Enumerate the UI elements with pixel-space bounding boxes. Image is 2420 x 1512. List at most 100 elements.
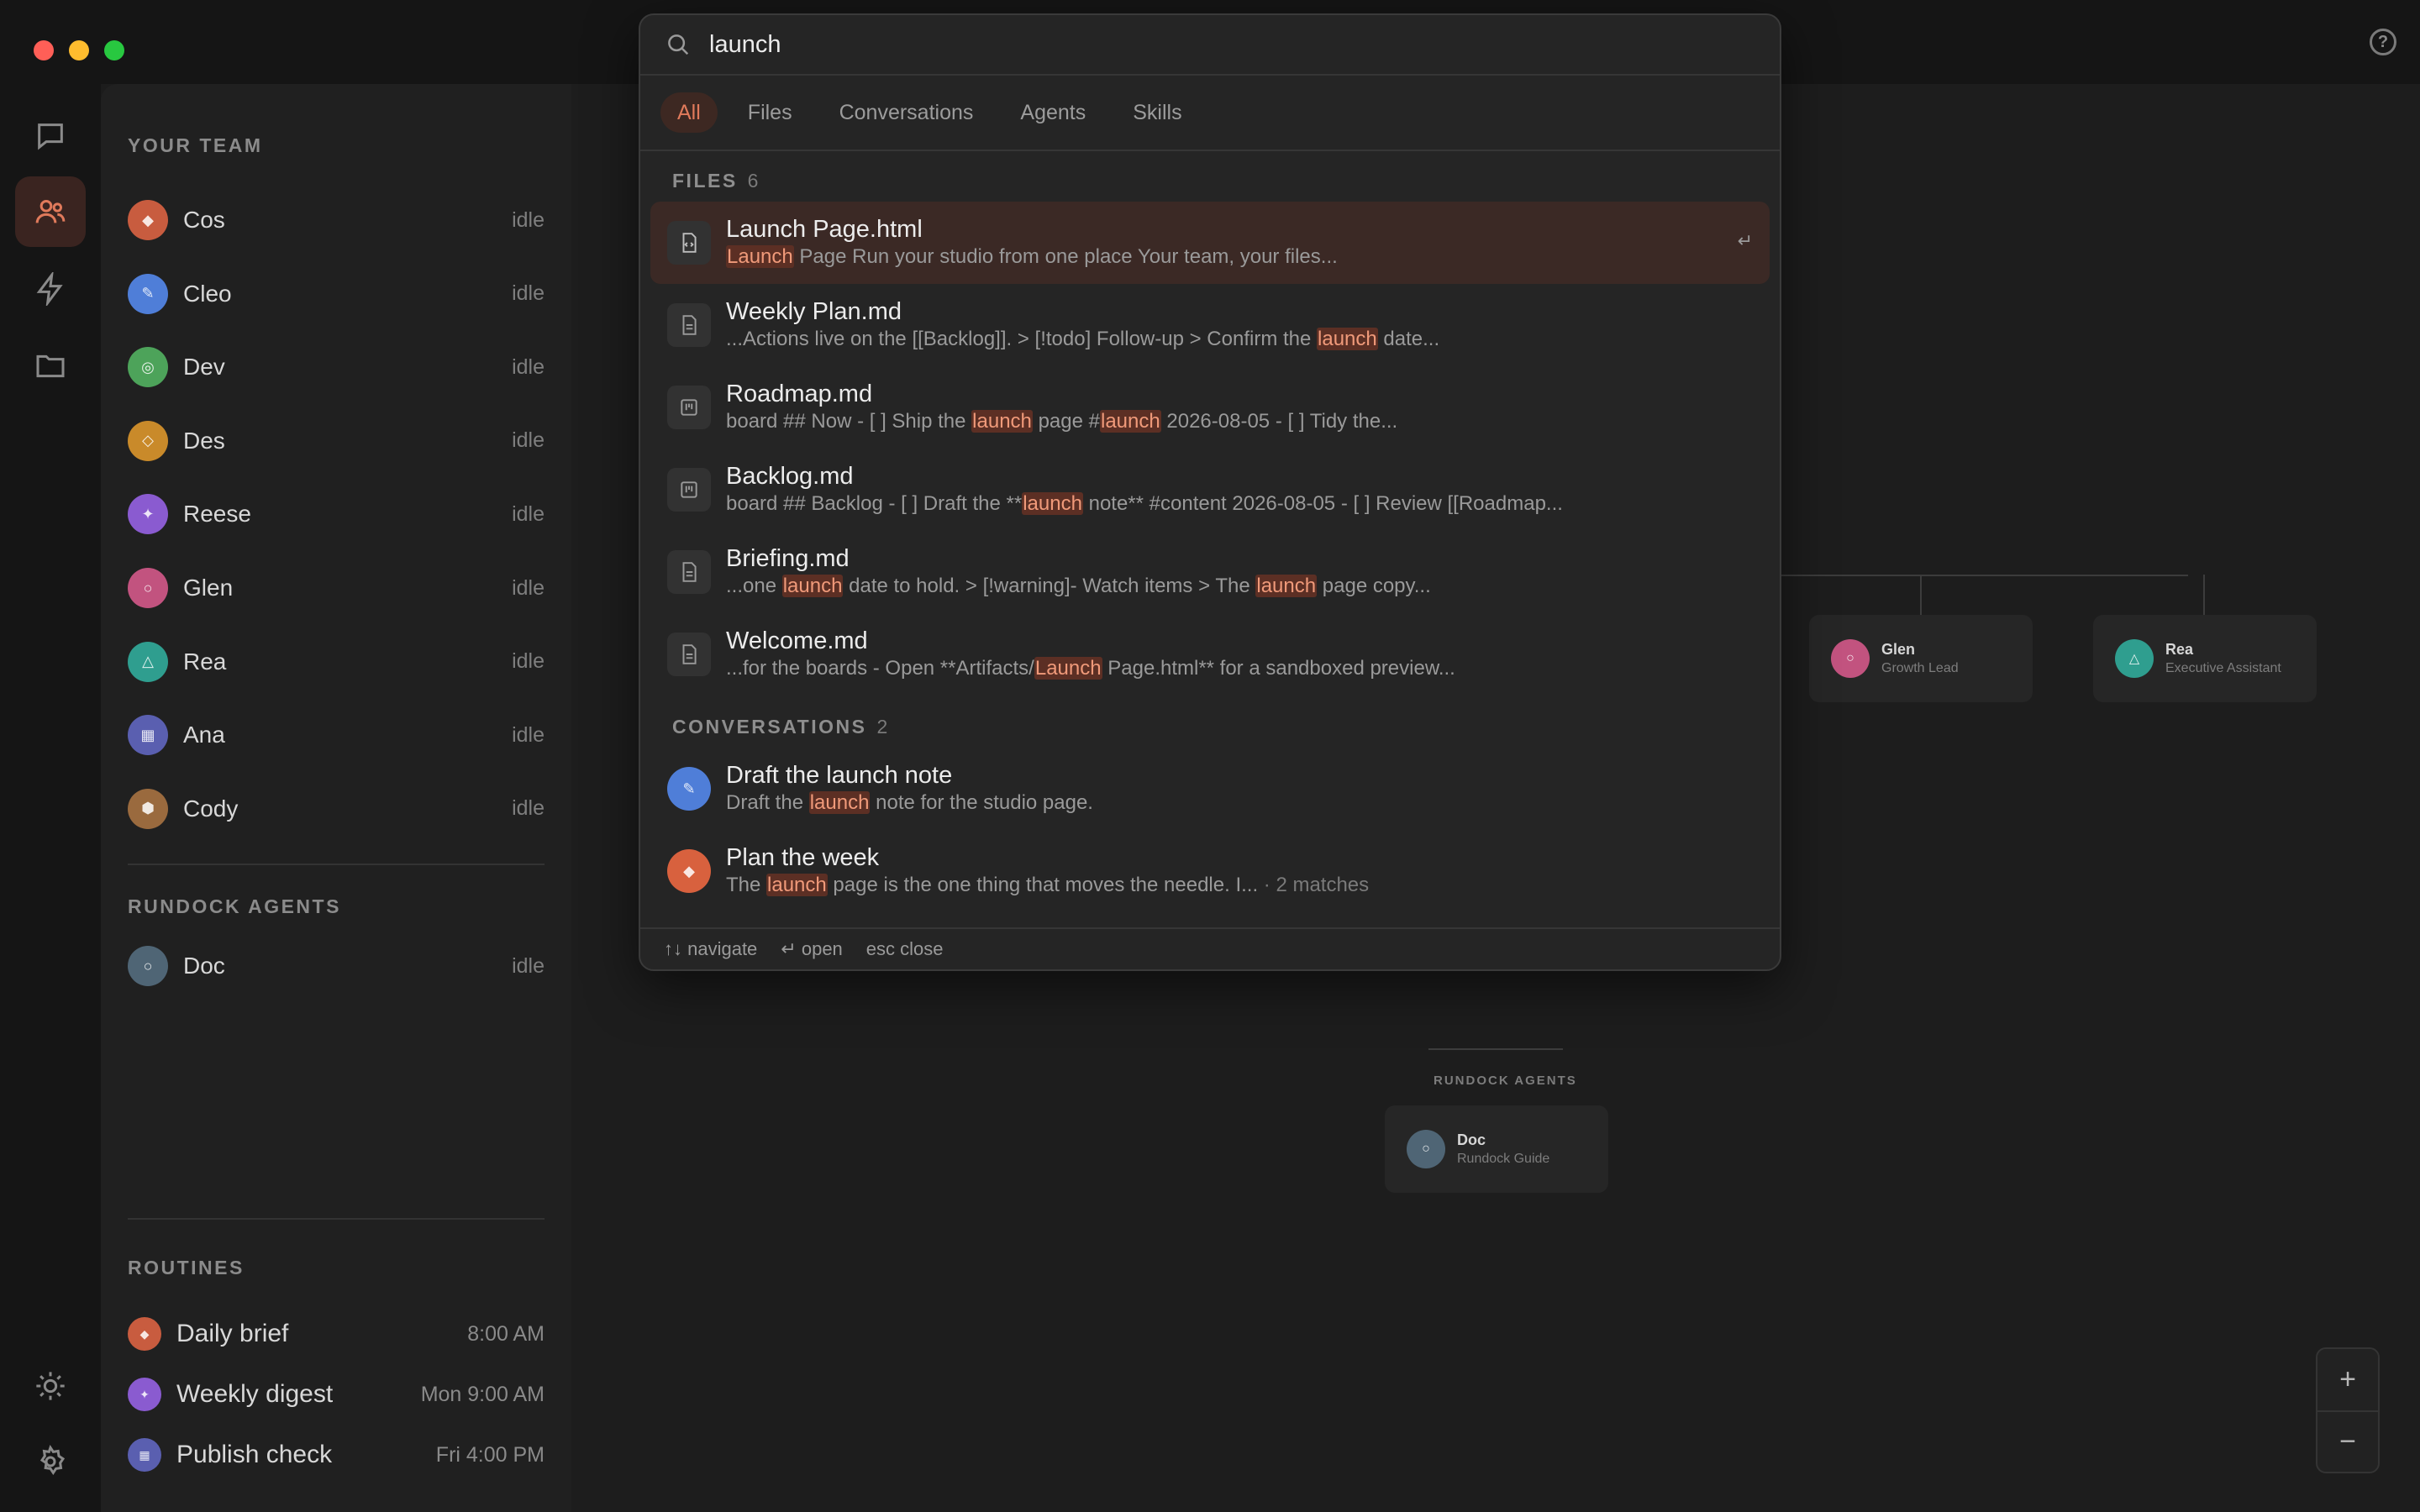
- node-name: Rea: [2165, 641, 2194, 658]
- file-result[interactable]: Weekly Plan.md ...Actions live on the [[B…: [650, 284, 1770, 366]
- conversation-result[interactable]: ✎ Draft the launch note Draft the launch n…: [650, 748, 1770, 830]
- avatar: ✦: [128, 1378, 161, 1411]
- match-highlight: launch: [1255, 575, 1318, 597]
- tab-conversations[interactable]: Conversations: [823, 92, 991, 133]
- zoom-window-button[interactable]: [104, 40, 124, 60]
- minimize-window-button[interactable]: [69, 40, 89, 60]
- search-input[interactable]: [709, 30, 1718, 59]
- files-label: FILES: [672, 170, 738, 192]
- member-status: idle: [512, 722, 544, 747]
- zoom-out-button[interactable]: −: [2317, 1410, 2378, 1472]
- avatar: ○: [1831, 639, 1870, 678]
- team-member-dev[interactable]: ◎ Dev idle: [128, 342, 544, 392]
- agent-member-doc[interactable]: ○ Doc idle: [128, 941, 544, 991]
- team-member-cleo[interactable]: ✎ Cleo idle: [128, 269, 544, 319]
- team-member-cody[interactable]: ⬢ Cody idle: [128, 784, 544, 834]
- team-member-glen[interactable]: ○ Glen idle: [128, 563, 544, 613]
- match-highlight: launch: [1022, 492, 1083, 515]
- file-result[interactable]: Backlog.md board ## Backlog - [ ] Draft t…: [650, 449, 1770, 531]
- member-name: Glen: [183, 575, 234, 601]
- team-member-ana[interactable]: ▦ Ana idle: [128, 710, 544, 760]
- sun-icon[interactable]: [15, 1351, 86, 1421]
- search-icon: [668, 34, 689, 55]
- routine-time: Mon 9:00 AM: [420, 1382, 544, 1406]
- result-text: Briefing.md ...one launch date to hold. >…: [726, 544, 1431, 600]
- avatar: ○: [128, 946, 168, 986]
- folder-icon[interactable]: [15, 331, 86, 402]
- snippet-text: board ## Now - [ ] Ship the: [726, 410, 972, 433]
- chat-icon[interactable]: [15, 101, 86, 171]
- member-status: idle: [512, 207, 544, 232]
- team-member-cos[interactable]: ◆ Cos idle: [128, 195, 544, 245]
- search-row: [640, 15, 1780, 76]
- team-member-reese[interactable]: ✦ Reese idle: [128, 489, 544, 539]
- match-highlight: launch: [1317, 328, 1378, 350]
- result-snippet: The launch page is the one thing that mo…: [726, 872, 1369, 899]
- routine-item[interactable]: ◆ Daily brief 8:00 AM: [128, 1312, 544, 1356]
- org-node-rea[interactable]: △ Rea Executive Assistant: [2093, 615, 2317, 702]
- tab-all[interactable]: All: [660, 92, 718, 133]
- file-result[interactable]: Launch Page.html Launch Page Run your stu…: [650, 202, 1770, 284]
- member-status: idle: [512, 428, 544, 453]
- routine-item[interactable]: ✦ Weekly digest Mon 9:00 AM: [128, 1373, 544, 1416]
- snippet-text: board ## Backlog - [ ] Draft the **: [726, 492, 1023, 515]
- routine-item[interactable]: ▦ Publish check Fri 4:00 PM: [128, 1433, 544, 1477]
- avatar: △: [128, 641, 168, 682]
- org-node-glen[interactable]: ○ Glen Growth Lead: [1809, 615, 2033, 702]
- avatar: ○: [1407, 1130, 1445, 1168]
- match-highlight: launch: [766, 874, 828, 896]
- snippet-text: page is the one thing that moves the nee…: [827, 874, 1259, 896]
- tab-files[interactable]: Files: [731, 92, 809, 133]
- routine-time: Fri 4:00 PM: [435, 1442, 544, 1467]
- result-snippet: ...for the boards - Open **Artifacts/Lau…: [726, 655, 1455, 682]
- org-connector: [1920, 575, 1922, 615]
- avatar: ⬢: [128, 788, 168, 829]
- avatar: ○: [128, 568, 168, 608]
- team-member-rea[interactable]: △ Rea idle: [128, 637, 544, 687]
- team-member-des[interactable]: ◇ Des idle: [128, 416, 544, 466]
- result-text: Welcome.md ...for the boards - Open **Art…: [726, 627, 1455, 682]
- result-snippet: Launch Page Run your studio from one pla…: [726, 244, 1338, 270]
- tab-skills[interactable]: Skills: [1116, 92, 1198, 133]
- gear-icon[interactable]: [15, 1426, 86, 1497]
- team-sidebar: YOUR TEAM ◆ Cos idle ✎ Cleo idle ◎ Dev idle ◇ Des i…: [101, 84, 571, 1512]
- tab-agents[interactable]: Agents: [1003, 92, 1102, 133]
- file-result[interactable]: Briefing.md ...one launch date to hold. >…: [650, 531, 1770, 613]
- result-title: Backlog.md: [726, 463, 854, 490]
- result-title: Weekly Plan.md: [726, 298, 902, 325]
- result-snippet: ...Actions live on the [[Backlog]]. > [!…: [726, 326, 1439, 353]
- file-result[interactable]: Roadmap.md board ## Now - [ ] Ship the la…: [650, 366, 1770, 449]
- avatar: ▦: [128, 1438, 161, 1472]
- result-title: Briefing.md: [726, 545, 850, 572]
- file-result[interactable]: Welcome.md ...for the boards - Open **Art…: [650, 613, 1770, 696]
- org-connector: [2203, 575, 2205, 615]
- org-node-doc[interactable]: ○ Doc Rundock Guide: [1385, 1105, 1608, 1193]
- bolt-icon[interactable]: [15, 254, 86, 324]
- snippet-text: ...Actions live on the [[Backlog]]. > [!…: [726, 328, 1318, 350]
- routines-section-label: ROUTINES: [128, 1257, 245, 1278]
- member-name: Rea: [183, 648, 227, 675]
- member-name: Doc: [183, 953, 225, 979]
- node-role: Growth Lead: [1881, 661, 1959, 675]
- avatar: ✦: [128, 494, 168, 535]
- close-window-button[interactable]: [34, 40, 54, 60]
- zoom-controls: + −: [2316, 1347, 2380, 1473]
- team-icon[interactable]: [15, 176, 86, 247]
- member-name: Des: [183, 427, 225, 454]
- help-icon[interactable]: ?: [2370, 29, 2396, 55]
- result-text: Weekly Plan.md ...Actions live on the [[B…: [726, 297, 1439, 353]
- avatar: ✎: [667, 767, 711, 811]
- divider: [128, 864, 544, 865]
- board-file-icon: [667, 468, 711, 512]
- filter-tabs: All Files Conversations Agents Skills: [640, 76, 1780, 151]
- org-connector: [1428, 1048, 1563, 1050]
- routine-name: Weekly digest: [176, 1380, 334, 1408]
- member-name: Cody: [183, 795, 239, 822]
- conversation-result[interactable]: ◆ Plan the week The launch page is the one…: [650, 830, 1770, 912]
- result-title: Welcome.md: [726, 627, 868, 654]
- open-hint: ↵ open: [781, 938, 843, 959]
- snippet-text: Page Run your studio from one place Your…: [793, 245, 1338, 268]
- member-name: Cleo: [183, 280, 232, 307]
- result-snippet: Draft the launch note for the studio pag…: [726, 790, 1093, 816]
- zoom-in-button[interactable]: +: [2317, 1349, 2378, 1410]
